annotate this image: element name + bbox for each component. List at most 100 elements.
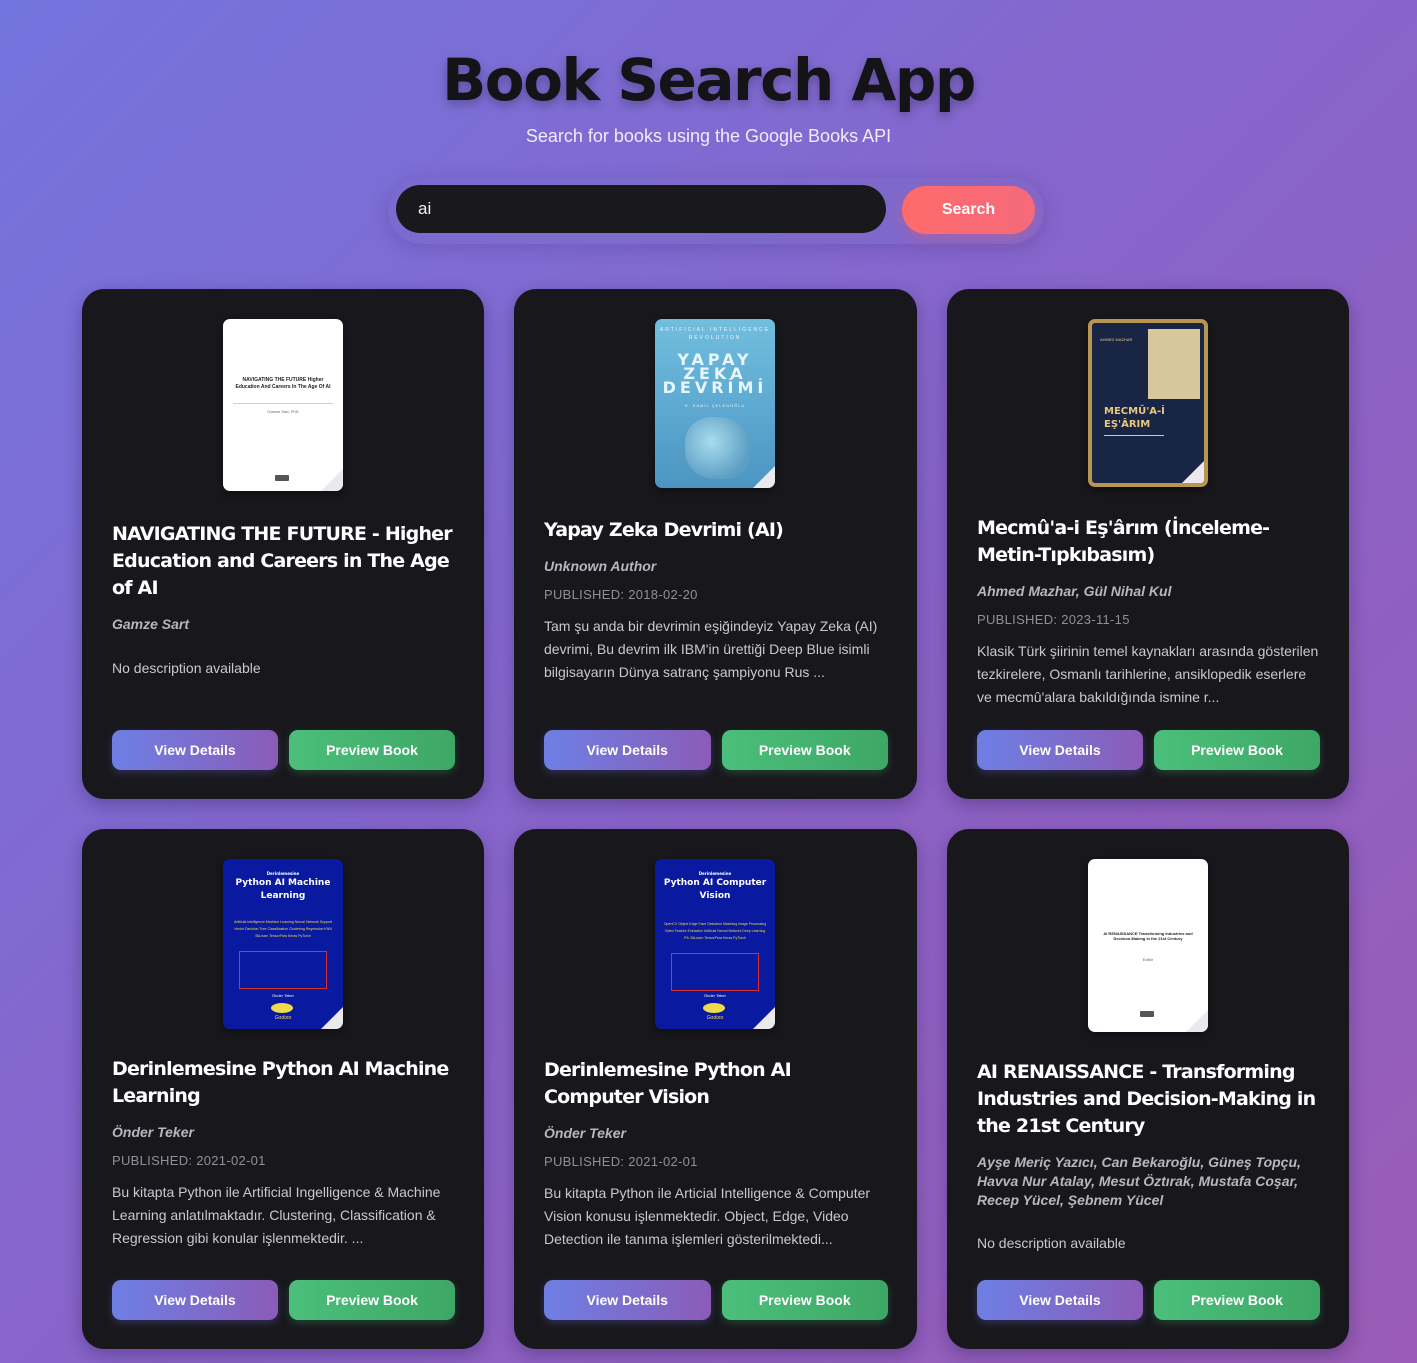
book-author: Ayşe Meriç Yazıcı, Can Bekaroğlu, Güneş … <box>977 1154 1301 1208</box>
book-title: Derinlemesine Python AI Machine Learning <box>112 1058 449 1107</box>
page-curl-icon <box>1186 1010 1208 1032</box>
book-card: NAVIGATING THE FUTURE Higher Education A… <box>82 289 484 799</box>
book-description: No description available <box>977 1235 1126 1251</box>
search-input[interactable] <box>396 185 886 233</box>
cover-title: MECMÛ'A-İ EŞ'ÂRIM <box>1104 406 1165 430</box>
robot-face-image <box>685 417 751 479</box>
view-details-button[interactable]: View Details <box>544 730 711 770</box>
book-title: NAVIGATING THE FUTURE - Higher Education… <box>112 523 453 599</box>
card-actions: View Details Preview Book <box>544 1280 888 1320</box>
cover-title-text: Python AI Machine Learning <box>235 878 331 901</box>
book-author: Önder Teker <box>112 1124 194 1140</box>
cover-title: NAVIGATING THE FUTURE Higher Education A… <box>235 377 331 390</box>
card-actions: View Details Preview Book <box>544 730 888 770</box>
page-curl-icon <box>753 466 775 488</box>
card-actions: View Details Preview Book <box>977 1280 1320 1320</box>
book-author: Ahmed Mazhar, Gül Nihal Kul <box>977 583 1172 599</box>
publisher-logo-icon <box>1140 1011 1154 1017</box>
book-cover[interactable]: NAVIGATING THE FUTURE Higher Education A… <box>223 319 343 491</box>
cover-title: Derinlemesine Python AI Computer Vision <box>655 871 775 903</box>
book-title: Yapay Zeka Devrimi (AI) <box>544 519 784 541</box>
book-cover[interactable]: Derinlemesine Python AI Machine Learning … <box>223 859 343 1029</box>
book-author: Unknown Author <box>544 558 657 574</box>
page-curl-icon <box>321 1007 343 1029</box>
cover-title: AI RENAISSANCE Transforming Industries a… <box>1103 931 1193 941</box>
card-body: Mecmû'a-i Eş'ârım (İnceleme-Metin-Tıpkıb… <box>977 515 1319 709</box>
cover-byline: Önder Teker <box>704 993 726 998</box>
cover-byline: H. KAMİL ÇELENOĞLU <box>684 403 746 408</box>
cover-title: Derinlemesine Python AI Machine Learning <box>223 871 343 903</box>
card-body: Yapay Zeka Devrimi (AI) Unknown Author P… <box>544 517 887 684</box>
card-actions: View Details Preview Book <box>112 730 455 770</box>
cover-keywords: OpenCV Object Edge Face Detection Matchi… <box>663 922 767 940</box>
book-card: AI RENAISSANCE Transforming Industries a… <box>947 829 1349 1349</box>
book-description: Klasik Türk şiirinin temel kaynakları ar… <box>977 643 1319 705</box>
card-body: Derinlemesine Python AI Machine Learning… <box>112 1056 454 1250</box>
book-description: Tam şu anda bir devrimin eşiğindeyiz Yap… <box>544 618 878 680</box>
book-grid: NAVIGATING THE FUTURE Higher Education A… <box>82 289 1350 1349</box>
card-body: AI RENAISSANCE - Transforming Industries… <box>977 1059 1319 1255</box>
book-description: No description available <box>112 660 261 676</box>
header: Book Search App Search for books using t… <box>0 0 1417 147</box>
preview-book-button[interactable]: Preview Book <box>721 1280 888 1320</box>
book-title: AI RENAISSANCE - Transforming Industries… <box>977 1061 1316 1137</box>
cover-byline: Editör <box>1142 957 1154 962</box>
cover-byline: Gamze Sart, PhD <box>267 409 299 414</box>
page-subtitle: Search for books using the Google Books … <box>525 126 892 146</box>
book-card: ARTIFICIAL INTELLIGENCE REVOLUTION YAPAY… <box>514 289 917 799</box>
page-title: Book Search App <box>442 46 976 114</box>
book-card: Derinlemesine Python AI Machine Learning … <box>82 829 484 1349</box>
cover-divider <box>233 403 333 404</box>
view-details-button[interactable]: View Details <box>977 1280 1143 1320</box>
view-details-button[interactable]: View Details <box>977 730 1143 770</box>
book-cover[interactable]: ARTIFICIAL INTELLIGENCE REVOLUTION YAPAY… <box>655 319 775 488</box>
card-body: Derinlemesine Python AI Computer Vision … <box>544 1057 887 1251</box>
book-card: Derinlemesine Python AI Computer Vision O… <box>514 829 917 1349</box>
page-curl-icon <box>1182 461 1204 483</box>
cover-divider <box>1104 435 1164 436</box>
book-published-date: PUBLISHED: 2018-02-20 <box>544 587 698 602</box>
book-published-date: PUBLISHED: 2021-02-01 <box>544 1154 698 1169</box>
book-title: Derinlemesine Python AI Computer Vision <box>544 1059 792 1108</box>
book-description: Bu kitapta Python ile Artificial Ingelli… <box>112 1184 441 1246</box>
publisher-logo-icon <box>271 1003 293 1013</box>
publisher-logo-icon <box>275 475 289 481</box>
preview-book-button[interactable]: Preview Book <box>721 730 888 770</box>
cover-subtitle: Derinlemesine <box>266 871 300 876</box>
cover-byline: Önder Teker <box>272 993 294 998</box>
cover-subtitle: Derinlemesine <box>698 871 732 876</box>
publisher-logo-icon <box>703 1003 725 1013</box>
book-description: Bu kitapta Python ile Articial Intellige… <box>544 1185 871 1247</box>
card-actions: View Details Preview Book <box>112 1280 455 1320</box>
page-curl-icon <box>321 469 343 491</box>
book-published-date: PUBLISHED: 2021-02-01 <box>112 1153 266 1168</box>
book-author: Gamze Sart <box>112 616 190 632</box>
page-curl-icon <box>753 1007 775 1029</box>
view-details-button[interactable]: View Details <box>112 1280 278 1320</box>
book-cover[interactable]: AI RENAISSANCE Transforming Industries a… <box>1088 859 1208 1032</box>
cover-illustration <box>671 953 759 991</box>
search-button[interactable]: Search <box>902 186 1035 234</box>
preview-book-button[interactable]: Preview Book <box>289 1280 455 1320</box>
search-bar: Search <box>388 178 1044 244</box>
preview-book-button[interactable]: Preview Book <box>1154 1280 1320 1320</box>
preview-book-button[interactable]: Preview Book <box>1154 730 1320 770</box>
book-title: Mecmû'a-i Eş'ârım (İnceleme-Metin-Tıpkıb… <box>977 517 1270 566</box>
cover-byline: AHMED MAZHAR <box>1100 337 1133 342</box>
cover-title-text: Python AI Computer Vision <box>663 878 767 901</box>
cover-subtitle: ARTIFICIAL INTELLIGENCE REVOLUTION <box>659 327 771 341</box>
cover-illustration <box>239 951 327 989</box>
book-author: Önder Teker <box>544 1125 626 1141</box>
card-actions: View Details Preview Book <box>977 730 1320 770</box>
manuscript-image <box>1148 329 1200 399</box>
book-cover[interactable]: AHMED MAZHAR MECMÛ'A-İ EŞ'ÂRIM <box>1088 319 1208 487</box>
cover-keywords: Artificial Intelligence Machine Learning… <box>233 920 333 938</box>
book-card: AHMED MAZHAR MECMÛ'A-İ EŞ'ÂRIM Mecmû'a-i… <box>947 289 1349 799</box>
view-details-button[interactable]: View Details <box>544 1280 711 1320</box>
book-published-date: PUBLISHED: 2023-11-15 <box>977 612 1130 627</box>
cover-title: YAPAY ZEKA DEVRİMİ <box>662 350 768 397</box>
preview-book-button[interactable]: Preview Book <box>289 730 455 770</box>
book-cover[interactable]: Derinlemesine Python AI Computer Vision O… <box>655 859 775 1029</box>
view-details-button[interactable]: View Details <box>112 730 278 770</box>
card-body: NAVIGATING THE FUTURE - Higher Education… <box>112 521 454 680</box>
